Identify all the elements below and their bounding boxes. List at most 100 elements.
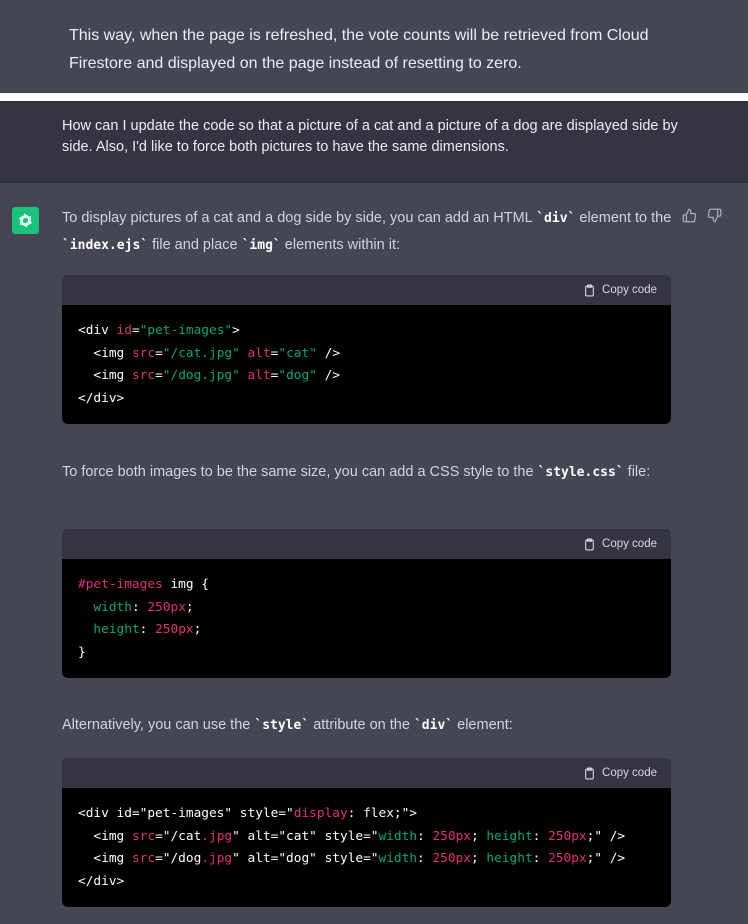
- inline-code: `div`: [413, 718, 454, 733]
- text-segment: elements within it:: [280, 237, 401, 253]
- copy-code-label: Copy code: [602, 284, 657, 296]
- assistant-message: To display pictures of a cat and a dog s…: [0, 183, 748, 924]
- code-content: <div id="pet-images"> <img src="/cat.jpg…: [62, 305, 671, 424]
- code-token: <div id="pet-images" style=": [78, 806, 294, 821]
- code-token: width: [93, 599, 132, 615]
- code-token: alt: [247, 345, 271, 361]
- inline-code: `div`: [536, 211, 576, 226]
- copy-code-button[interactable]: Copy code: [583, 538, 657, 551]
- clipboard-icon: [585, 538, 594, 550]
- code-token: src: [131, 345, 156, 361]
- code-line: <div id="pet-images">: [78, 320, 655, 343]
- code-token: ;: [185, 599, 194, 615]
- code-token: ="/dog: [155, 851, 202, 866]
- code-token: :: [417, 828, 433, 844]
- text-segment: Alternatively, you can use the: [62, 717, 255, 733]
- code-block-header: Copy code: [62, 529, 671, 559]
- divider: [0, 93, 748, 101]
- code-token: width: [378, 851, 418, 866]
- code-token: ;: [471, 828, 487, 844]
- code-token: =: [155, 368, 163, 383]
- assistant-paragraph-1: To display pictures of a cat and a dog s…: [62, 205, 682, 259]
- code-line: width: 250px;: [78, 597, 655, 620]
- openai-logo-icon: [12, 207, 39, 234]
- code-token: </div>: [78, 390, 125, 406]
- code-token: 250px: [147, 599, 186, 615]
- code-line: <img src="/dog.jpg" alt="dog" style="wid…: [78, 848, 655, 871]
- text-segment: To force both images to be the same size…: [62, 464, 538, 480]
- text-segment: file:: [623, 464, 651, 480]
- code-token: 250px: [548, 828, 587, 844]
- code-token: <img: [78, 851, 132, 866]
- assistant-paragraph-3: Alternatively, you can use the `style` a…: [62, 712, 682, 739]
- code-token: .jpg: [201, 828, 233, 844]
- code-token: src: [131, 368, 156, 383]
- code-line: height: 250px;: [78, 619, 655, 642]
- code-token: height: [486, 828, 533, 844]
- code-line: }: [78, 642, 655, 665]
- code-token: height: [93, 622, 140, 637]
- code-token: />: [316, 345, 341, 361]
- code-token: src: [131, 828, 156, 844]
- code-token: height: [486, 851, 533, 866]
- code-token: />: [316, 368, 341, 383]
- code-token: ;: [193, 622, 202, 637]
- code-token: 250px: [432, 851, 471, 866]
- code-token: "cat": [278, 345, 317, 361]
- code-token: =: [155, 345, 163, 361]
- code-token: "/dog.jpg": [162, 368, 240, 383]
- code-token: :: [417, 851, 433, 866]
- code-block-header: Copy code: [62, 275, 671, 305]
- code-token: : flex;">: [347, 806, 418, 821]
- code-block-inline-style: Copy code <div id="pet-images" style="di…: [62, 758, 671, 907]
- code-token: }: [78, 644, 86, 660]
- inline-code: `style`: [254, 718, 310, 733]
- copy-code-label: Copy code: [602, 538, 657, 550]
- code-token: 250px: [432, 828, 471, 844]
- code-line: <img src="/cat.jpg" alt="cat" />: [78, 343, 655, 366]
- code-token: img {: [162, 577, 209, 592]
- code-block-css: Copy code #pet-images img { width: 250px…: [62, 529, 671, 678]
- code-token: "/cat.jpg": [162, 345, 240, 361]
- code-token: display: [293, 806, 348, 821]
- code-token: " alt="dog" style=": [232, 851, 379, 866]
- code-line: </div>: [78, 871, 655, 894]
- code-token: ;" />: [586, 851, 626, 866]
- code-token: ;" />: [586, 828, 626, 844]
- code-token: 250px: [155, 622, 194, 637]
- code-token: </div>: [78, 873, 125, 889]
- clipboard-icon: [585, 767, 594, 779]
- inline-code: `img`: [241, 238, 281, 253]
- copy-code-label: Copy code: [602, 767, 657, 779]
- copy-code-button[interactable]: Copy code: [583, 284, 657, 297]
- code-token: <img: [78, 368, 132, 383]
- text-segment: file and place: [148, 237, 242, 253]
- code-line: <img src="/cat.jpg" alt="cat" style="wid…: [78, 826, 655, 849]
- previous-assistant-message: This way, when the page is refreshed, th…: [0, 0, 748, 93]
- code-token: 250px: [548, 851, 587, 866]
- code-content: <div id="pet-images" style="display: fle…: [62, 788, 671, 907]
- code-token: <img: [78, 828, 132, 844]
- code-token: :: [532, 851, 549, 866]
- thumbs-down-icon[interactable]: [707, 208, 723, 224]
- code-block-html: Copy code <div id="pet-images"> <img src…: [62, 275, 671, 424]
- code-token: <img: [78, 345, 132, 361]
- code-token: #pet-images: [78, 577, 163, 592]
- code-token: .jpg: [201, 851, 233, 866]
- code-line: </div>: [78, 388, 655, 411]
- inline-code: `style.css`: [537, 465, 624, 480]
- text-segment: element to the: [575, 210, 672, 226]
- copy-code-button[interactable]: Copy code: [583, 767, 657, 780]
- thumbs-up-icon[interactable]: [682, 208, 698, 224]
- text-segment: attribute on the: [309, 717, 414, 733]
- code-token: :: [532, 828, 549, 844]
- code-token: >: [232, 323, 240, 338]
- code-token: :: [139, 622, 156, 637]
- code-token: =: [131, 323, 140, 338]
- user-message: How can I update the code so that a pict…: [0, 101, 748, 183]
- user-message-text: How can I update the code so that a pict…: [62, 118, 678, 155]
